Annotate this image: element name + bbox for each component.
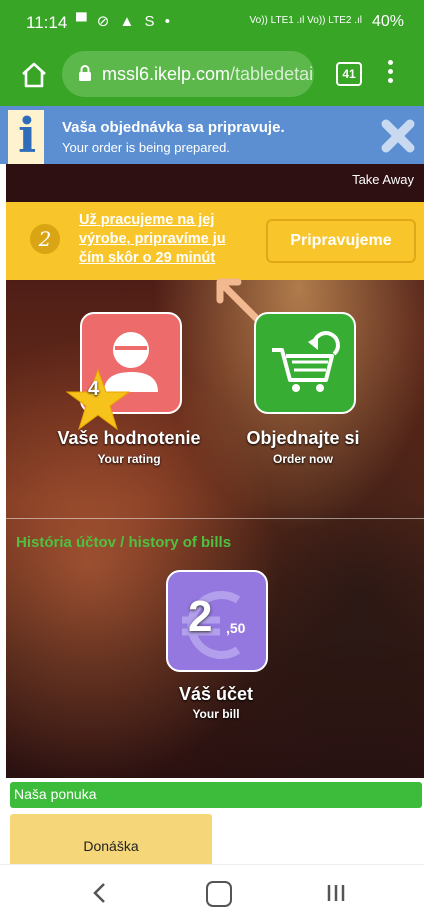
battery-indicator: 40% (371, 13, 404, 30)
bill-amount-whole: 2 (188, 592, 213, 641)
offer-header[interactable]: Naša ponuka (10, 782, 422, 808)
overflow-menu-icon[interactable] (384, 60, 396, 90)
clock: 11:14 (26, 13, 68, 32)
delivery-card[interactable]: Donáška (10, 814, 212, 870)
euro-icon (182, 591, 241, 659)
order-status-bar: 2 Už pracujeme na jej výrobe, pripravíme… (6, 202, 424, 280)
offer-title: Naša ponuka (14, 786, 97, 802)
back-icon[interactable] (92, 882, 108, 904)
shopping-cart-icon (272, 331, 340, 392)
order-now-label: Objednajte si (246, 428, 360, 448)
bills-history-link[interactable]: História účtov / history of bills (16, 534, 231, 551)
bill-label: Váš účet (178, 684, 254, 704)
order-status-message[interactable]: Už pracujeme na jej výrobe, pripravíme j… (79, 211, 249, 268)
preparing-button[interactable]: Pripravujeme (266, 219, 416, 263)
home-icon[interactable] (20, 61, 48, 89)
offer-section: Naša ponuka Donáška (0, 778, 424, 870)
url-text: mssl6.ikelp.com/tabledetai (102, 64, 312, 85)
step-number-badge: 2 (30, 224, 60, 254)
mode-strip: Take Away (6, 164, 424, 202)
address-bar[interactable]: mssl6.ikelp.com/tabledetai (62, 51, 314, 97)
url-path: /tabledetai (230, 64, 312, 84)
order-mode-label: Take Away (352, 172, 414, 187)
bill-amount-decimal: ,50 (226, 620, 246, 636)
url-host: mssl6.ikelp.com (102, 64, 231, 84)
home-nav-icon[interactable] (206, 881, 232, 907)
system-nav-bar (0, 864, 424, 922)
close-icon[interactable] (380, 118, 416, 154)
network-signal: Vo)) LTE1 .ıl Vo)) LTE2 .ıl (249, 15, 362, 26)
rating-label: Vaše hodnotenie (57, 428, 201, 448)
status-bar: 11:14 ▀ ⊘ ▲ S • Vo)) LTE1 .ıl Vo)) LTE2 … (0, 0, 424, 44)
browser-toolbar: mssl6.ikelp.com/tabledetai 41 (0, 44, 424, 106)
info-subtitle: Your order is being prepared. (62, 140, 230, 155)
lock-icon (79, 65, 91, 81)
info-banner: i Vaša objednávka sa pripravuje. Your or… (0, 106, 424, 164)
rating-stars-count: 4 (88, 378, 100, 400)
bill-tile[interactable] (166, 570, 268, 672)
info-icon: i (8, 110, 44, 164)
info-title: Vaša objednávka sa pripravuje. (62, 119, 285, 136)
notification-icons: ▀ ⊘ ▲ S • (76, 13, 173, 30)
rating-sublabel: Your rating (97, 452, 161, 466)
bill-sublabel: Your bill (192, 707, 240, 721)
main-panel: Take Away 2 Už pracujeme na jej výrobe, … (6, 164, 424, 778)
order-now-tile[interactable] (254, 312, 356, 414)
recent-apps-icon[interactable] (326, 883, 346, 903)
tab-switcher-button[interactable]: 41 (336, 62, 362, 86)
divider (6, 518, 424, 519)
delivery-label: Donáška (83, 838, 139, 854)
order-now-sublabel: Order now (272, 452, 333, 466)
